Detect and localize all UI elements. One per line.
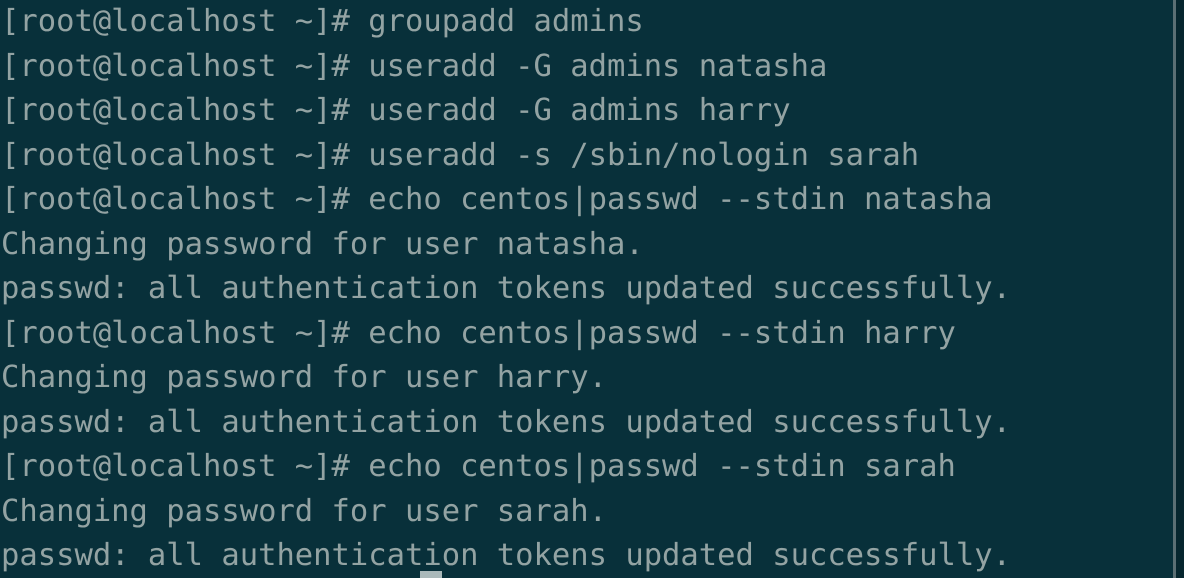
terminal-window[interactable]: [root@localhost ~]# groupadd admins [roo… (0, 0, 1184, 578)
terminal-line: [root@localhost ~]# echo centos|passwd -… (1, 315, 956, 351)
terminal-line: passwd: all authentication tokens update… (1, 271, 1011, 306)
terminal-screen[interactable]: [root@localhost ~]# groupadd admins [roo… (0, 0, 1174, 578)
terminal-line: [root@localhost ~]# groupadd admins (1, 4, 644, 39)
terminal-line: [root@localhost ~]# echo centos|passwd -… (1, 449, 956, 484)
terminal-line: [root@localhost ~]# useradd -G admins na… (1, 48, 828, 84)
terminal-line: Changing password for user sarah. (1, 493, 607, 529)
scrollbar-gutter[interactable] (1173, 0, 1184, 578)
terminal-line: [root@localhost ~]# useradd -s /sbin/nol… (1, 137, 920, 173)
terminal-line: passwd: all authentication tokens update… (1, 538, 1011, 573)
terminal-cursor (420, 571, 442, 578)
terminal-line: [root@localhost ~]# useradd -G admins ha… (1, 93, 791, 128)
terminal-line: Changing password for user natasha. (1, 226, 644, 262)
terminal-line: Changing password for user harry. (1, 360, 607, 395)
terminal-line: passwd: all authentication tokens update… (1, 404, 1011, 440)
terminal-line: [root@localhost ~]# echo centos|passwd -… (1, 182, 993, 217)
scrollbar-thumb[interactable] (1173, 0, 1176, 578)
